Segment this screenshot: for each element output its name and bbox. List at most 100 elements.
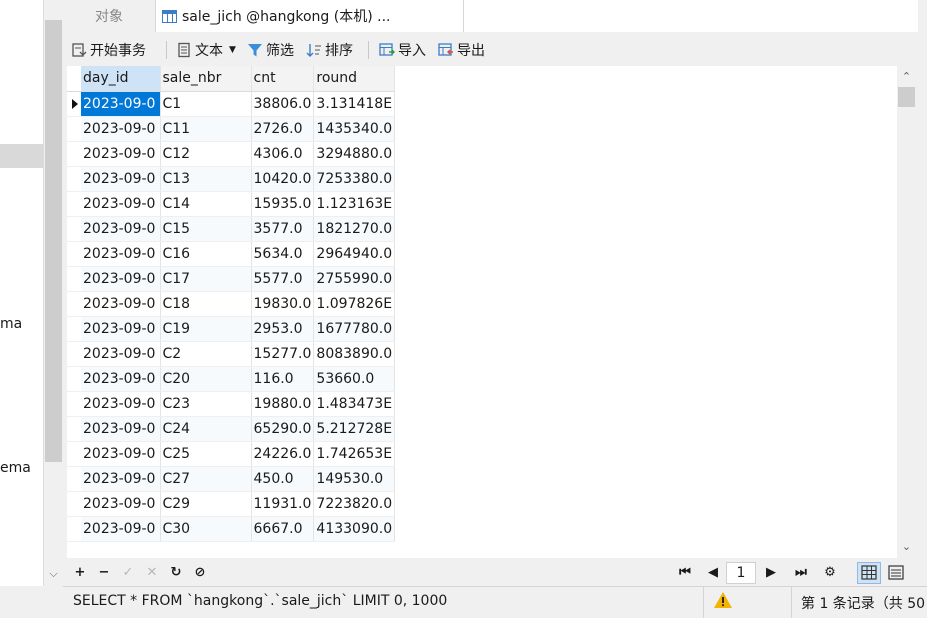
table-row[interactable]: 2023-09-0 C27 450.0 149530.0 bbox=[67, 466, 396, 492]
cell-round[interactable]: 1435340.0 bbox=[313, 116, 396, 142]
tab-sale-jich[interactable]: sale_jich @hangkong (本机) ... bbox=[155, 0, 464, 32]
row-selector[interactable] bbox=[67, 116, 81, 142]
scroll-down-icon[interactable]: ⌄ bbox=[897, 538, 916, 556]
table-row[interactable]: 2023-09-0 C15 3577.0 1821270.0 bbox=[67, 216, 396, 242]
cell-cnt[interactable]: 5634.0 bbox=[251, 241, 315, 267]
cell-sale-nbr[interactable]: C19 bbox=[160, 316, 252, 342]
sidebar-scroll-down-icon[interactable]: ⌵ bbox=[44, 565, 63, 583]
cell-day-id[interactable]: 2023-09-0 bbox=[81, 391, 161, 417]
cell-cnt[interactable]: 24226.0 bbox=[251, 441, 315, 467]
cell-sale-nbr[interactable]: C24 bbox=[160, 416, 252, 442]
column-header-sale-nbr[interactable]: sale_nbr bbox=[160, 66, 252, 92]
cell-round[interactable]: 1.097826E bbox=[313, 291, 396, 317]
cell-sale-nbr[interactable]: C12 bbox=[160, 141, 252, 167]
cell-sale-nbr[interactable]: C15 bbox=[160, 216, 252, 242]
row-selector[interactable] bbox=[67, 466, 81, 492]
cell-day-id[interactable]: 2023-09-0 bbox=[81, 141, 161, 167]
cell-day-id[interactable]: 2023-09-0 bbox=[81, 91, 161, 117]
cell-round[interactable]: 3.131418E bbox=[313, 91, 396, 117]
row-selector[interactable] bbox=[67, 516, 81, 542]
sidebar-item-schema-2[interactable]: ema bbox=[0, 460, 31, 476]
table-row[interactable]: 2023-09-0 C18 19830.0 1.097826E bbox=[67, 291, 396, 317]
stop-button[interactable]: ⊘ bbox=[190, 563, 210, 583]
cell-round[interactable]: 1.742653E bbox=[313, 441, 396, 467]
row-selector[interactable] bbox=[67, 341, 81, 367]
table-row[interactable]: 2023-09-0 C30 6667.0 4133090.0 bbox=[67, 516, 396, 542]
cell-day-id[interactable]: 2023-09-0 bbox=[81, 191, 161, 217]
table-row[interactable]: 2023-09-0 C23 19880.0 1.483473E bbox=[67, 391, 396, 417]
cell-cnt[interactable]: 15935.0 bbox=[251, 191, 315, 217]
cell-cnt[interactable]: 5577.0 bbox=[251, 266, 315, 292]
cell-round[interactable]: 8083890.0 bbox=[313, 341, 396, 367]
discard-changes-button[interactable]: ✕ bbox=[142, 563, 162, 583]
refresh-button[interactable]: ↻ bbox=[166, 563, 186, 583]
table-row[interactable]: 2023-09-0 C19 2953.0 1677780.0 bbox=[67, 316, 396, 342]
cell-sale-nbr[interactable]: C23 bbox=[160, 391, 252, 417]
table-row[interactable]: 2023-09-0 C14 15935.0 1.123163E bbox=[67, 191, 396, 217]
cell-sale-nbr[interactable]: C1 bbox=[160, 91, 252, 117]
row-selector[interactable] bbox=[67, 166, 81, 192]
cell-round[interactable]: 1821270.0 bbox=[313, 216, 396, 242]
row-selector[interactable] bbox=[67, 91, 81, 117]
cell-sale-nbr[interactable]: C16 bbox=[160, 241, 252, 267]
cell-round[interactable]: 2964940.0 bbox=[313, 241, 396, 267]
cell-day-id[interactable]: 2023-09-0 bbox=[81, 241, 161, 267]
table-row[interactable]: 2023-09-0 C12 4306.0 3294880.0 bbox=[67, 141, 396, 167]
settings-gear-icon[interactable]: ⚙ bbox=[820, 563, 840, 583]
cell-day-id[interactable]: 2023-09-0 bbox=[81, 316, 161, 342]
grid-scroll-thumb[interactable] bbox=[898, 87, 915, 107]
tab-objects[interactable]: 对象 bbox=[63, 0, 155, 32]
sidebar-selected-item[interactable] bbox=[0, 144, 43, 168]
cell-cnt[interactable]: 65290.0 bbox=[251, 416, 315, 442]
cell-sale-nbr[interactable]: C27 bbox=[160, 466, 252, 492]
sort-button[interactable]: 排序 bbox=[306, 38, 353, 62]
cell-day-id[interactable]: 2023-09-0 bbox=[81, 291, 161, 317]
column-header-round[interactable]: round bbox=[313, 66, 396, 92]
table-row[interactable]: 2023-09-0 C2 15277.0 8083890.0 bbox=[67, 341, 396, 367]
cell-round[interactable]: 2755990.0 bbox=[313, 266, 396, 292]
cell-cnt[interactable]: 11931.0 bbox=[251, 491, 315, 517]
sidebar-item-schema[interactable]: ma bbox=[0, 316, 22, 332]
cell-cnt[interactable]: 15277.0 bbox=[251, 341, 315, 367]
table-row[interactable]: 2023-09-0 C25 24226.0 1.742653E bbox=[67, 441, 396, 467]
row-selector[interactable] bbox=[67, 391, 81, 417]
cell-cnt[interactable]: 450.0 bbox=[251, 466, 315, 492]
scroll-up-icon[interactable]: ⌃ bbox=[897, 68, 916, 86]
cell-round[interactable]: 3294880.0 bbox=[313, 141, 396, 167]
cell-round[interactable]: 1.483473E bbox=[313, 391, 396, 417]
cell-cnt[interactable]: 38806.0 bbox=[251, 91, 315, 117]
cell-sale-nbr[interactable]: C13 bbox=[160, 166, 252, 192]
previous-page-button[interactable]: ◀ bbox=[703, 563, 723, 583]
column-header-cnt[interactable]: cnt bbox=[251, 66, 315, 92]
sidebar-scroll-thumb[interactable] bbox=[45, 20, 62, 462]
cell-day-id[interactable]: 2023-09-0 bbox=[81, 166, 161, 192]
apply-changes-button[interactable]: ✓ bbox=[118, 563, 138, 583]
row-selector[interactable] bbox=[67, 441, 81, 467]
cell-cnt[interactable]: 116.0 bbox=[251, 366, 315, 392]
grid-view-button[interactable] bbox=[857, 562, 881, 584]
form-view-button[interactable] bbox=[884, 562, 908, 584]
cell-day-id[interactable]: 2023-09-0 bbox=[81, 366, 161, 392]
row-selector[interactable] bbox=[67, 416, 81, 442]
cell-cnt[interactable]: 10420.0 bbox=[251, 166, 315, 192]
row-selector[interactable] bbox=[67, 366, 81, 392]
cell-round[interactable]: 7223820.0 bbox=[313, 491, 396, 517]
cell-round[interactable]: 1677780.0 bbox=[313, 316, 396, 342]
cell-cnt[interactable]: 3577.0 bbox=[251, 216, 315, 242]
filter-button[interactable]: 筛选 bbox=[247, 38, 294, 62]
cell-sale-nbr[interactable]: C2 bbox=[160, 341, 252, 367]
row-selector[interactable] bbox=[67, 266, 81, 292]
row-selector[interactable] bbox=[67, 291, 81, 317]
export-button[interactable]: 导出 bbox=[438, 38, 485, 62]
cell-day-id[interactable]: 2023-09-0 bbox=[81, 216, 161, 242]
cell-sale-nbr[interactable]: C29 bbox=[160, 491, 252, 517]
cell-sale-nbr[interactable]: C18 bbox=[160, 291, 252, 317]
add-record-button[interactable]: + bbox=[70, 563, 90, 583]
cell-day-id[interactable]: 2023-09-0 bbox=[81, 441, 161, 467]
delete-record-button[interactable]: − bbox=[94, 563, 114, 583]
grid-vertical-scrollbar[interactable] bbox=[897, 66, 916, 558]
cell-day-id[interactable]: 2023-09-0 bbox=[81, 466, 161, 492]
cell-sale-nbr[interactable]: C17 bbox=[160, 266, 252, 292]
cell-day-id[interactable]: 2023-09-0 bbox=[81, 266, 161, 292]
row-selector[interactable] bbox=[67, 191, 81, 217]
